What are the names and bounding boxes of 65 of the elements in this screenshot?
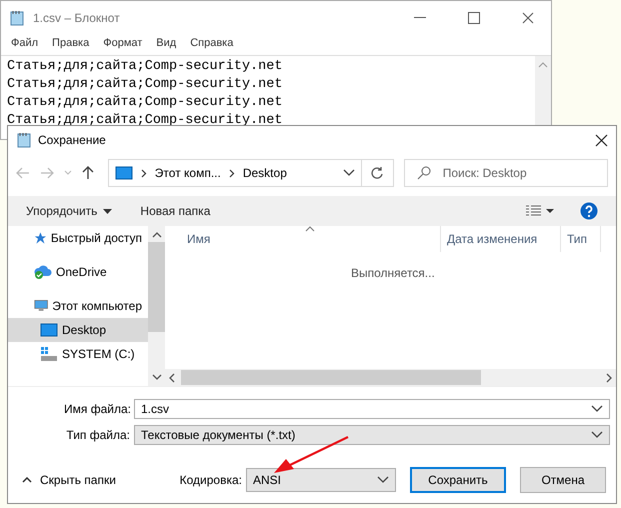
new-folder-button[interactable]: Новая папка	[140, 204, 210, 218]
chevron-down-icon	[591, 405, 603, 413]
view-options-icon[interactable]	[526, 205, 554, 217]
horizontal-scrollbar[interactable]	[165, 369, 616, 386]
dialog-title: Сохранение	[38, 133, 107, 147]
notepad-icon	[9, 10, 25, 26]
text-line: Статья;для;сайта;Comp-security.net	[7, 76, 284, 94]
star-icon	[34, 230, 47, 246]
help-icon[interactable]	[580, 202, 598, 220]
menu-item[interactable]: Вид	[156, 37, 176, 53]
text-line: Статья;для;сайта;Comp-security.net	[7, 58, 284, 76]
minimize-icon[interactable]	[414, 17, 426, 19]
nav-item[interactable]: Этот компьютер	[8, 294, 148, 318]
desktop-icon	[114, 166, 133, 180]
text-line: Статья;для;сайта;Comp-security.net	[7, 112, 284, 130]
refresh-icon	[370, 166, 384, 180]
breadcrumb-item[interactable]: Этот комп...	[154, 166, 221, 180]
drive-icon	[40, 346, 58, 362]
close-icon[interactable]	[522, 12, 534, 24]
save-button[interactable]: Сохранить	[410, 467, 506, 493]
search-icon	[416, 166, 431, 180]
monitor-icon	[34, 298, 48, 314]
up-arrow-icon[interactable]	[82, 166, 94, 180]
chevron-right-icon	[228, 168, 235, 178]
text-line: Статья;для;сайта;Comp-security.net	[7, 94, 284, 112]
chevron-right-icon	[140, 168, 147, 178]
field-label: Кодировка:	[180, 473, 242, 487]
hide-folders-button[interactable]: Скрыть папки	[22, 473, 116, 487]
menu-item[interactable]: Файл	[11, 37, 38, 53]
cloud-icon	[34, 264, 52, 280]
menu-item[interactable]: Формат	[103, 37, 142, 53]
nav-item[interactable]: OneDrive	[8, 260, 148, 284]
search-field[interactable]: Поиск: Desktop	[404, 159, 608, 187]
address-bar[interactable]: Этот комп... Desktop	[108, 159, 394, 187]
column-header[interactable]: Имя	[165, 226, 441, 252]
scroll-up-icon[interactable]	[152, 232, 162, 238]
column-header[interactable]: Дата изменения	[441, 226, 561, 252]
menu-item[interactable]: Правка	[52, 37, 90, 53]
filetype-dropdown[interactable]: Текстовые документы (*.txt)	[134, 425, 610, 445]
status-text: Выполняется...	[351, 266, 436, 280]
chevron-down-icon	[591, 431, 603, 439]
field-label: Тип файла:	[65, 428, 130, 442]
nav-item[interactable]: Быстрый доступ	[8, 226, 148, 250]
breadcrumb-item[interactable]: Desktop	[242, 166, 287, 180]
vertical-scrollbar[interactable]	[148, 226, 165, 386]
column-header[interactable]: Тип	[561, 226, 601, 252]
nav-item[interactable]: Desktop	[8, 318, 148, 342]
scroll-down-icon[interactable]	[152, 374, 162, 380]
nav-item[interactable]: SYSTEM (C:)	[8, 342, 148, 366]
organize-button[interactable]: Упорядочить	[26, 204, 112, 218]
field-label: Имя файла:	[64, 402, 130, 416]
desktop-icon	[40, 323, 58, 337]
maximize-icon[interactable]	[468, 12, 480, 24]
chevron-down-icon	[377, 476, 389, 484]
close-icon[interactable]	[595, 134, 608, 146]
caret-icon	[22, 477, 32, 483]
cancel-button[interactable]: Отмена	[520, 467, 606, 493]
window-title: 1.csv – Блокнот	[33, 11, 121, 25]
scroll-right-icon[interactable]	[606, 372, 612, 382]
chevron-down-icon	[342, 169, 355, 177]
caret-icon	[103, 208, 112, 214]
menu-item[interactable]: Справка	[190, 37, 234, 53]
encoding-dropdown[interactable]: ANSI	[246, 468, 396, 492]
scroll-left-icon[interactable]	[169, 372, 175, 382]
notepad-icon	[16, 132, 32, 148]
